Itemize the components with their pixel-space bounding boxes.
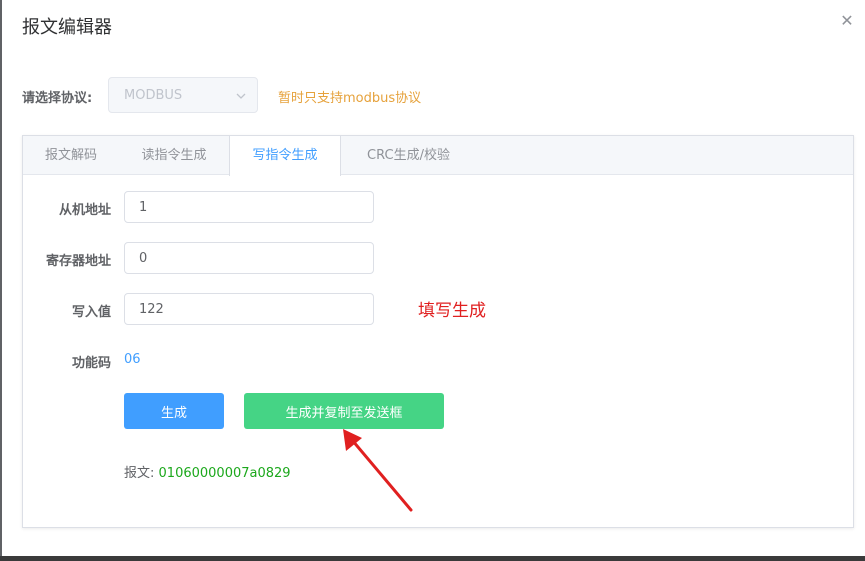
tab-write-command[interactable]: 写指令生成 [229, 136, 341, 176]
tabs-panel: 报文解码 读指令生成 写指令生成 CRC生成/校验 从机地址 寄存器地址 写入值… [22, 135, 854, 528]
slave-address-label: 从机地址 [58, 203, 111, 218]
annotation-fill-generate: 填写生成 [418, 301, 486, 321]
tab-crc[interactable]: CRC生成/校验 [341, 136, 476, 175]
register-address-input[interactable] [124, 242, 374, 274]
message-editor-dialog: 报文编辑器 ✕ 请选择协议: MODBUS 暂时只支持modbus协议 报文解码… [0, 0, 865, 561]
backdrop-edge-bottom [0, 556, 865, 561]
generate-copy-button[interactable]: 生成并复制至发送框 [244, 393, 444, 429]
backdrop-edge-left [0, 0, 2, 561]
protocol-hint: 暂时只支持modbus协议 [278, 91, 422, 106]
function-code-label: 功能码 [71, 356, 111, 371]
protocol-select[interactable]: MODBUS [108, 77, 258, 113]
message-output: 报文: 01060000007a0829 [124, 462, 291, 481]
tab-decode[interactable]: 报文解码 [23, 136, 119, 175]
protocol-label: 请选择协议: [22, 91, 93, 106]
generate-button[interactable]: 生成 [124, 393, 224, 429]
close-icon[interactable]: ✕ [838, 12, 856, 30]
chevron-down-icon [236, 93, 246, 99]
write-value-input[interactable] [124, 293, 374, 325]
tab-read-command[interactable]: 读指令生成 [119, 136, 229, 175]
slave-address-input[interactable] [124, 191, 374, 223]
protocol-select-value: MODBUS [124, 88, 183, 103]
tab-bar: 报文解码 读指令生成 写指令生成 CRC生成/校验 [23, 136, 853, 176]
message-hex-value: 01060000007a0829 [158, 466, 291, 481]
register-address-label: 寄存器地址 [45, 254, 111, 269]
function-code-value: 06 [124, 352, 141, 367]
message-label: 报文: [124, 466, 155, 481]
dialog-title: 报文编辑器 [22, 17, 112, 38]
write-value-label: 写入值 [71, 305, 111, 320]
